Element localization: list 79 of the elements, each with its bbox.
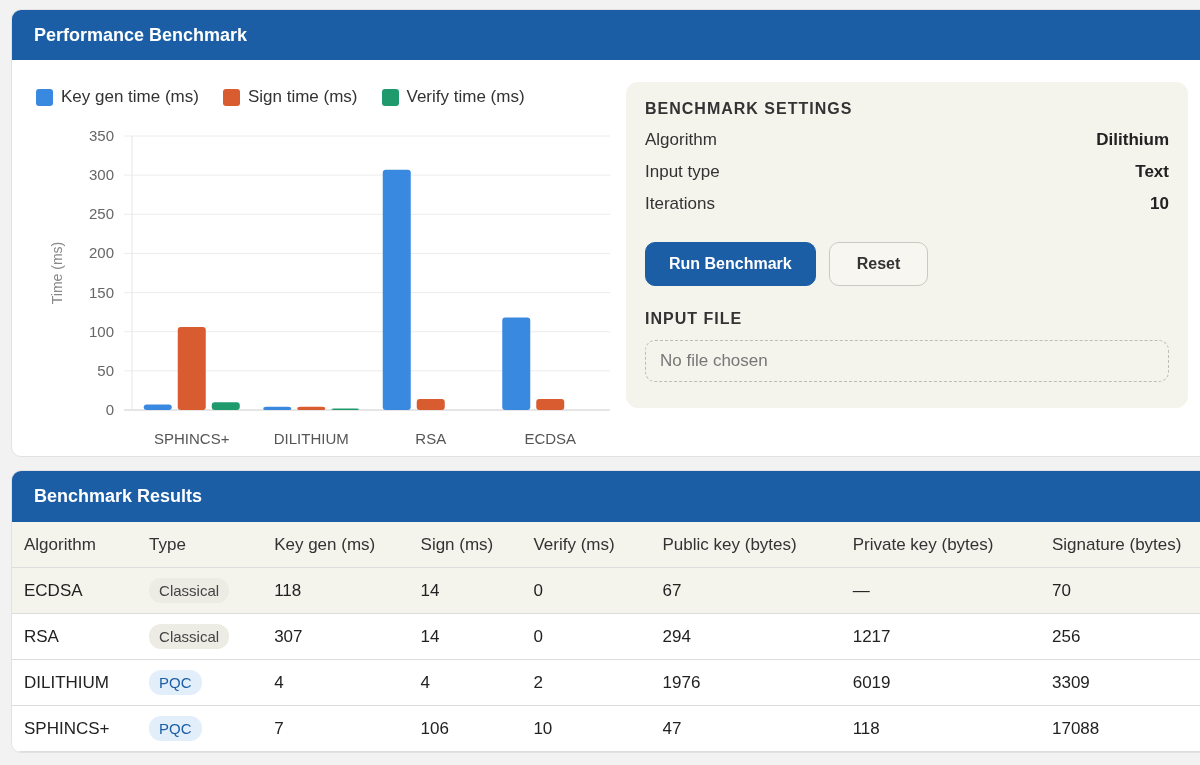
card-title: Performance Benchmark	[12, 10, 1200, 60]
table-cell: 307	[262, 613, 409, 660]
axis-tick-label: 300	[88, 166, 114, 184]
table-row[interactable]: SPHINCS+ PQC 7 106 10 47 118 17088	[12, 705, 1200, 752]
column-header: Private key (bytes)	[840, 522, 1040, 568]
table-cell: 0	[521, 613, 651, 660]
table-cell: SPHINCS+	[12, 705, 138, 752]
bar	[143, 404, 172, 410]
table-cell: 106	[408, 705, 522, 752]
axis-tick-label: 200	[88, 244, 114, 262]
column-header: Sign (ms)	[408, 522, 522, 568]
table-cell: ECDSA	[12, 567, 138, 614]
table-row[interactable]: ECDSA Classical 118 14 0 67 — 70	[12, 567, 1200, 614]
type-tag: PQC	[149, 716, 202, 741]
legend-label: Sign time (ms)	[247, 87, 358, 107]
type-tag: Classical	[149, 578, 230, 603]
axis-tick-label: DILITHIUM	[273, 430, 349, 447]
table-cell: 118	[262, 567, 409, 614]
setting-label: Input type	[645, 162, 720, 182]
table-cell: 1217	[840, 613, 1040, 660]
axis-tick-label: RSA	[415, 430, 447, 447]
table-row[interactable]: RSA Classical 307 14 0 294 1217 256	[12, 613, 1200, 660]
file-input[interactable]: No file chosen	[645, 340, 1169, 382]
axis-tick-label: 350	[88, 127, 114, 144]
legend-label: Verify time (ms)	[406, 87, 525, 107]
setting-label: Algorithm	[645, 130, 717, 150]
table-row[interactable]: DILITHIUM PQC 4 4 2 1976 6019 3309	[12, 659, 1200, 706]
section-heading: INPUT FILE	[645, 310, 744, 328]
table-cell: 4	[262, 659, 409, 706]
column-header: Verify (ms)	[521, 522, 651, 568]
column-header: Public key (bytes)	[650, 522, 841, 568]
axis-tick-label: 50	[97, 361, 114, 379]
section-heading: BENCHMARK SETTINGS	[645, 100, 854, 118]
bar	[416, 399, 445, 410]
axis-tick-label: ECDSA	[524, 430, 577, 447]
table-cell: 4	[408, 659, 522, 706]
table-cell: 10	[521, 705, 651, 752]
table-cell: 294	[650, 613, 841, 660]
table-cell: RSA	[12, 613, 138, 660]
table-cell: 70	[1039, 567, 1200, 614]
setting-value: Text	[1135, 162, 1169, 182]
table-cell: 0	[521, 567, 651, 614]
table-cell: 256	[1039, 613, 1200, 660]
type-tag: PQC	[149, 670, 202, 695]
column-header: Type	[137, 522, 263, 568]
bar	[211, 402, 240, 410]
column-header: Signature (bytes)	[1039, 522, 1200, 568]
table-cell: 3309	[1039, 659, 1200, 706]
axis-tick-label: 0	[105, 401, 114, 418]
setting-value: Dilithium	[1096, 130, 1169, 150]
table-cell: 14	[408, 567, 522, 614]
table-cell: 7	[262, 705, 409, 752]
axis-title: Time (ms)	[49, 241, 65, 305]
table-cell: 2	[521, 659, 651, 706]
table-cell: 6019	[840, 659, 1040, 706]
table-cell: —	[840, 567, 1040, 614]
run-button[interactable]: Run Benchmark	[645, 242, 816, 286]
column-header: Algorithm	[12, 522, 138, 568]
table-cell: 1976	[650, 659, 841, 706]
legend-label: Key gen time (ms)	[61, 87, 199, 107]
bar	[297, 406, 326, 410]
bar	[263, 406, 292, 410]
reset-button[interactable]: Reset	[828, 242, 929, 286]
axis-tick-label: 250	[88, 205, 114, 223]
table-cell: 67	[650, 567, 841, 614]
column-header: Key gen (ms)	[262, 522, 409, 568]
type-tag: Classical	[149, 624, 230, 649]
setting-value: 10	[1150, 194, 1169, 214]
table-cell: 17088	[1039, 705, 1200, 752]
axis-tick-label: 150	[88, 283, 114, 301]
table-cell: 118	[840, 705, 1040, 752]
bar	[536, 399, 565, 410]
table-cell: 47	[650, 705, 841, 752]
setting-label: Iterations	[645, 194, 715, 214]
axis-tick-label: SPHINCS+	[154, 430, 230, 447]
table-cell: DILITHIUM	[12, 659, 138, 706]
table-cell: 14	[408, 613, 522, 660]
card-title: Benchmark Results	[12, 471, 1200, 522]
axis-tick-label: 100	[88, 322, 114, 340]
